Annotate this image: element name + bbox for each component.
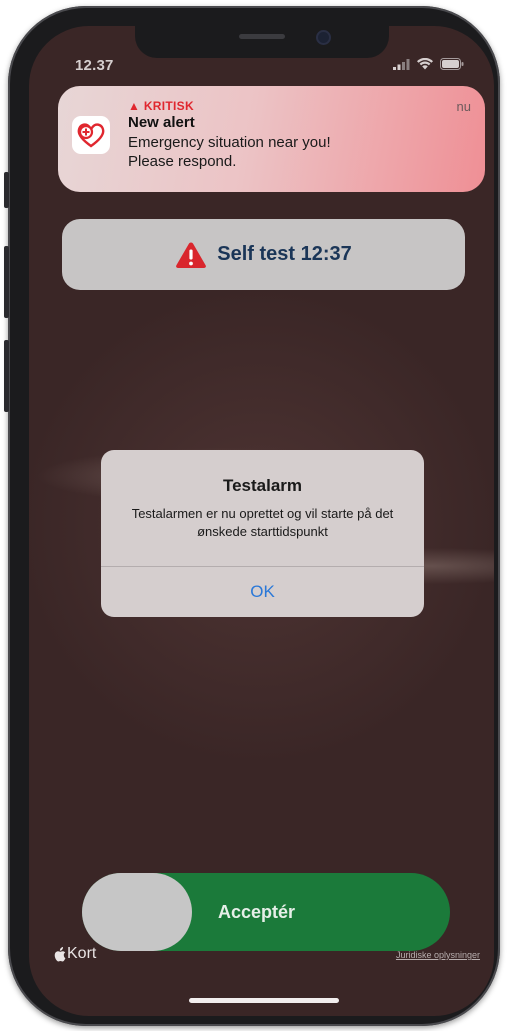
warning-triangle-icon — [176, 242, 207, 268]
dialog-title: Testalarm — [222, 476, 303, 495]
phone-frame: 12.37 ▲ KRITISK New alert Emergency situ… — [4, 6, 500, 1026]
volume-up-button — [4, 246, 9, 318]
maps-attribution: Kort — [53, 945, 96, 963]
app-icon — [72, 116, 110, 154]
notification-body: Emergency situation near you! Please res… — [128, 133, 428, 171]
accept-slider[interactable]: Acceptér — [82, 873, 450, 951]
self-test-label: Self test 12:37 — [217, 243, 352, 265]
notification-body-line-2: Please respond. — [128, 153, 237, 170]
battery-icon — [440, 58, 464, 70]
apple-logo-icon — [54, 946, 66, 961]
volume-down-button — [4, 340, 9, 412]
self-test-banner[interactable]: Self test 12:37 — [62, 219, 465, 290]
dialog-message: Testalarmen er nu oprettet og vil starte… — [131, 506, 394, 539]
lock-screen: 12.37 ▲ KRITISK New alert Emergency situ… — [29, 26, 494, 1016]
accept-label: Acceptér — [218, 901, 296, 922]
maps-label: Kort — [67, 945, 97, 962]
warning-small-icon: ▲ — [128, 99, 141, 113]
notification-body-line-1: Emergency situation near you! — [128, 134, 331, 151]
wifi-icon — [417, 58, 433, 70]
status-time: 12.37 — [75, 57, 114, 74]
speaker-grille — [239, 34, 285, 39]
home-indicator[interactable] — [189, 998, 339, 1003]
dialog-ok-button[interactable]: OK — [101, 567, 424, 617]
testalarm-dialog: Testalarm Testalarmen er nu oprettet og … — [101, 450, 424, 617]
status-icons — [393, 58, 464, 70]
mute-switch — [4, 172, 9, 208]
notch — [135, 26, 389, 58]
legal-link[interactable]: Juridiske oplysninger — [396, 950, 480, 960]
critical-alert-notification[interactable]: ▲ KRITISK New alert Emergency situation … — [58, 86, 485, 192]
notification-time: nu — [456, 99, 471, 114]
notification-title: New alert — [128, 114, 195, 131]
slider-knob[interactable] — [82, 873, 192, 951]
front-camera — [318, 32, 329, 43]
signal-icon — [393, 58, 410, 70]
critical-label: ▲ KRITISK — [128, 99, 194, 113]
heart-cross-icon — [77, 123, 105, 148]
